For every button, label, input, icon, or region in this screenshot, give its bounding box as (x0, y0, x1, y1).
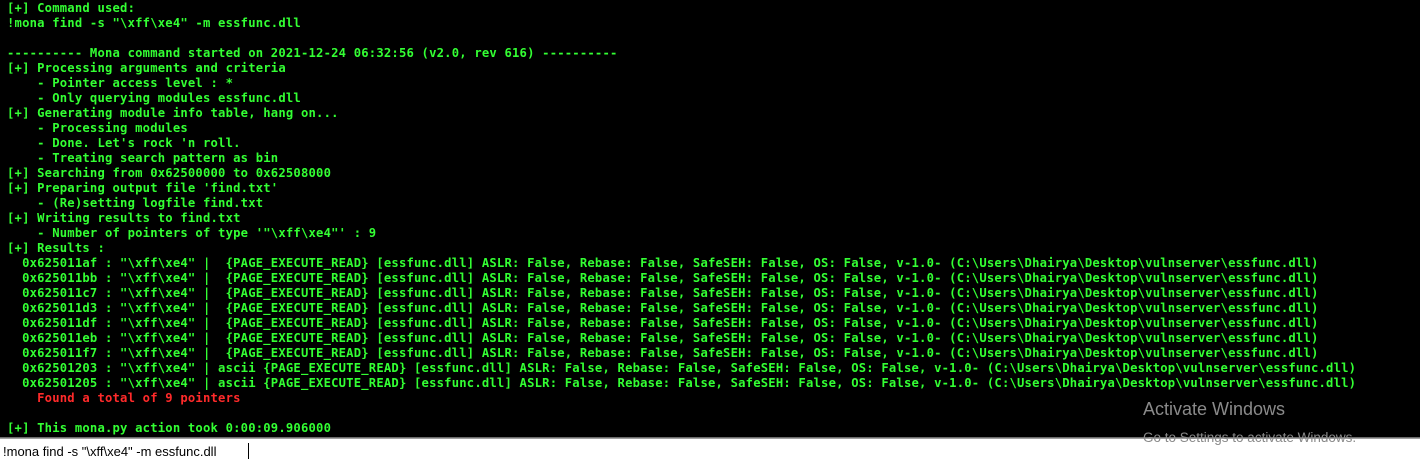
console-line: 0x62501203 : "\xff\xe4" | ascii {PAGE_EX… (7, 361, 1357, 375)
console-line: 0x625011bb : "\xff\xe4" | {PAGE_EXECUTE_… (7, 271, 1319, 285)
console-line: !mona find -s "\xff\xe4" -m essfunc.dll (7, 16, 301, 30)
console-line-summary: Found a total of 9 pointers (7, 391, 241, 405)
console-line: 0x625011f7 : "\xff\xe4" | {PAGE_EXECUTE_… (7, 346, 1319, 360)
log-console[interactable]: [+] Command used: !mona find -s "\xff\xe4… (0, 0, 1420, 437)
console-line: [+] Results : (7, 241, 105, 255)
console-line: [+] This mona.py action took 0:00:09.906… (7, 421, 332, 435)
console-line: [+] Writing results to find.txt (7, 211, 241, 225)
text-caret (248, 443, 249, 459)
console-line: ---------- Mona command started on 2021-… (7, 46, 618, 60)
console-line: 0x62501205 : "\xff\xe4" | ascii {PAGE_EX… (7, 376, 1357, 390)
command-input[interactable] (2, 442, 1417, 460)
console-line: - Pointer access level : * (7, 76, 234, 90)
console-line: - Done. Let's rock 'n roll. (7, 136, 241, 150)
console-line: 0x625011eb : "\xff\xe4" | {PAGE_EXECUTE_… (7, 331, 1319, 345)
console-line: 0x625011af : "\xff\xe4" | {PAGE_EXECUTE_… (7, 256, 1319, 270)
console-line: 0x625011d3 : "\xff\xe4" | {PAGE_EXECUTE_… (7, 301, 1319, 315)
console-line: - Processing modules (7, 121, 188, 135)
console-line: - Only querying modules essfunc.dll (7, 91, 301, 105)
console-line: 0x625011df : "\xff\xe4" | {PAGE_EXECUTE_… (7, 316, 1319, 330)
command-bar[interactable] (0, 438, 1420, 463)
console-line: [+] Preparing output file 'find.txt' (7, 181, 279, 195)
console-line: - Treating search pattern as bin (7, 151, 279, 165)
console-line: [+] Generating module info table, hang o… (7, 106, 339, 120)
console-line: [+] Processing arguments and criteria (7, 61, 286, 75)
console-line: [+] Command used: (7, 1, 136, 15)
console-line: [+] Searching from 0x62500000 to 0x62508… (7, 166, 332, 180)
console-line: - (Re)setting logfile find.txt (7, 196, 264, 210)
console-line: - Number of pointers of type '"\xff\xe4"… (7, 226, 377, 240)
console-line: 0x625011c7 : "\xff\xe4" | {PAGE_EXECUTE_… (7, 286, 1319, 300)
